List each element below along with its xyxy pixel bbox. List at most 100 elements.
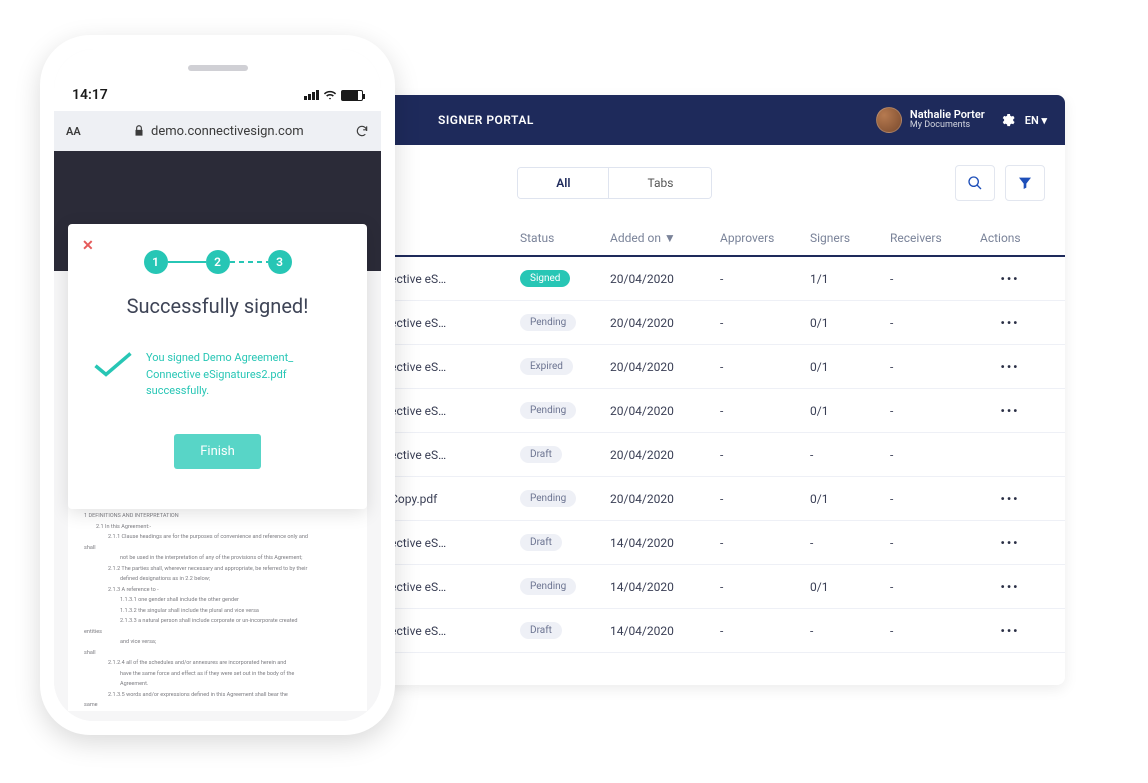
row-receivers: - bbox=[890, 360, 980, 374]
row-actions[interactable]: ••• bbox=[980, 624, 1040, 638]
status-time: 14:17 bbox=[72, 87, 108, 103]
phone-screen: 14:17 AA demo.connectivesign.com 1 DEFIN… bbox=[54, 49, 381, 721]
status-badge: Pending bbox=[520, 578, 576, 595]
modal-heading: Successfully signed! bbox=[90, 294, 345, 318]
table-row[interactable]: ement_ Connective eS…Pending20/04/2020-0… bbox=[300, 301, 1065, 345]
col-signers[interactable]: Signers bbox=[810, 231, 890, 245]
row-date: 20/04/2020 bbox=[610, 360, 720, 374]
row-signers: - bbox=[810, 624, 890, 638]
filter-button[interactable] bbox=[1005, 165, 1045, 201]
language-selector[interactable]: EN ▾ bbox=[1025, 114, 1047, 127]
seg-all[interactable]: All bbox=[518, 168, 609, 198]
doc-line: 1.1.3.1 one gender shall include the oth… bbox=[84, 596, 351, 605]
row-signers: 1/1 bbox=[810, 272, 890, 286]
avatar bbox=[876, 107, 902, 133]
row-signers: 0/1 bbox=[810, 316, 890, 330]
row-receivers: - bbox=[890, 624, 980, 638]
row-signers: 0/1 bbox=[810, 404, 890, 418]
doc-line: defined designations as in 2.2 below; bbox=[84, 575, 351, 584]
url-host: demo.connectivesign.com bbox=[151, 124, 304, 139]
finish-button[interactable]: Finish bbox=[174, 434, 261, 469]
row-approvers: - bbox=[720, 404, 810, 418]
row-approvers: - bbox=[720, 624, 810, 638]
reload-icon[interactable] bbox=[355, 124, 369, 138]
table-row[interactable]: ement_ Connective eS…Expired20/04/2020-0… bbox=[300, 345, 1065, 389]
user-subtitle: My Documents bbox=[910, 121, 985, 131]
doc-line: shall bbox=[84, 649, 351, 658]
row-receivers: - bbox=[890, 272, 980, 286]
row-signers: - bbox=[810, 536, 890, 550]
table-row[interactable]: ement_ Connective eS…Draft14/04/2020---•… bbox=[300, 609, 1065, 653]
table-row[interactable]: ement_ Connective eS…Pending14/04/2020-0… bbox=[300, 565, 1065, 609]
filter-icon bbox=[1017, 175, 1033, 191]
text-size-control[interactable]: AA bbox=[66, 125, 81, 138]
user-menu[interactable]: Nathalie Porter My Documents bbox=[876, 107, 985, 133]
table-header: Status Added on ▼ Approvers Signers Rece… bbox=[300, 221, 1065, 257]
status-badge: Draft bbox=[520, 534, 562, 551]
phone-frame: 14:17 AA demo.connectivesign.com 1 DEFIN… bbox=[40, 35, 395, 735]
row-date: 20/04/2020 bbox=[610, 448, 720, 462]
close-icon[interactable]: ✕ bbox=[82, 238, 94, 254]
row-actions[interactable]: ••• bbox=[980, 360, 1040, 374]
step-1: 1 bbox=[144, 250, 168, 274]
gear-icon[interactable] bbox=[999, 112, 1015, 128]
phone-statusbar: 14:17 bbox=[54, 49, 381, 111]
row-actions[interactable]: ••• bbox=[980, 316, 1040, 330]
portal-header: SIGNER PORTAL Nathalie Porter My Documen… bbox=[300, 95, 1065, 145]
success-modal: ✕ 1 2 3 Successfully signed! You signed … bbox=[68, 224, 367, 509]
row-approvers: - bbox=[720, 492, 810, 506]
status-badge: Signed bbox=[520, 270, 570, 287]
status-badge: Pending bbox=[520, 314, 576, 331]
row-date: 14/04/2020 bbox=[610, 580, 720, 594]
row-receivers: - bbox=[890, 316, 980, 330]
row-actions[interactable]: ••• bbox=[980, 492, 1040, 506]
url-display[interactable]: demo.connectivesign.com bbox=[93, 124, 343, 139]
signal-icon bbox=[304, 90, 319, 100]
row-date: 20/04/2020 bbox=[610, 404, 720, 418]
row-actions[interactable]: ••• bbox=[980, 536, 1040, 550]
row-date: 20/04/2020 bbox=[610, 272, 720, 286]
doc-line: 2.1.3.3 a natural person shall include c… bbox=[84, 617, 351, 626]
col-receivers[interactable]: Receivers bbox=[890, 231, 980, 245]
table-row[interactable]: ement_ Connective eS…Draft14/04/2020---•… bbox=[300, 521, 1065, 565]
col-status[interactable]: Status bbox=[520, 231, 610, 245]
check-icon bbox=[92, 350, 134, 378]
step-2: 2 bbox=[206, 250, 230, 274]
doc-line: 2.1 In this Agreement:- bbox=[84, 523, 351, 532]
row-actions[interactable]: ••• bbox=[980, 404, 1040, 418]
lock-icon bbox=[132, 124, 146, 138]
row-signers: 0/1 bbox=[810, 492, 890, 506]
wifi-icon bbox=[323, 90, 337, 100]
col-approvers[interactable]: Approvers bbox=[720, 231, 810, 245]
table-row[interactable]: ement_ Connective eS…Pending20/04/2020-0… bbox=[300, 389, 1065, 433]
table-row[interactable]: ement_ Connective eS…Draft20/04/2020--- bbox=[300, 433, 1065, 477]
modal-message: You signed Demo Agreement_ Connective eS… bbox=[146, 350, 343, 400]
status-badge: Draft bbox=[520, 446, 562, 463]
status-badge: Pending bbox=[520, 490, 576, 507]
search-button[interactable] bbox=[955, 165, 995, 201]
row-date: 14/04/2020 bbox=[610, 536, 720, 550]
table-row[interactable]: t document - Copy.pdfPending20/04/2020-0… bbox=[300, 477, 1065, 521]
row-approvers: - bbox=[720, 360, 810, 374]
portal-title: SIGNER PORTAL bbox=[438, 113, 534, 127]
row-approvers: - bbox=[720, 316, 810, 330]
doc-line: 1 DEFINITIONS AND INTERPRETATION bbox=[84, 512, 351, 521]
table-row[interactable]: ement_ Connective eS…Signed20/04/2020-1/… bbox=[300, 257, 1065, 301]
row-date: 14/04/2020 bbox=[610, 624, 720, 638]
doc-line: 1.1.3.2 the singular shall include the p… bbox=[84, 607, 351, 616]
col-added[interactable]: Added on ▼ bbox=[610, 231, 720, 245]
seg-tabs[interactable]: Tabs bbox=[609, 168, 711, 198]
row-actions[interactable]: ••• bbox=[980, 272, 1040, 286]
status-badge: Draft bbox=[520, 622, 562, 639]
row-actions[interactable]: ••• bbox=[980, 580, 1040, 594]
row-receivers: - bbox=[890, 404, 980, 418]
phone-earpiece bbox=[188, 65, 248, 71]
doc-line: entities bbox=[84, 628, 351, 637]
documents-table: Status Added on ▼ Approvers Signers Rece… bbox=[300, 221, 1065, 653]
row-signers: - bbox=[810, 448, 890, 462]
doc-line: shall bbox=[84, 544, 351, 553]
status-badge: Pending bbox=[520, 402, 576, 419]
doc-line: 2.1.3.5 words and/or expressions defined… bbox=[84, 691, 351, 700]
row-receivers: - bbox=[890, 580, 980, 594]
row-date: 20/04/2020 bbox=[610, 492, 720, 506]
